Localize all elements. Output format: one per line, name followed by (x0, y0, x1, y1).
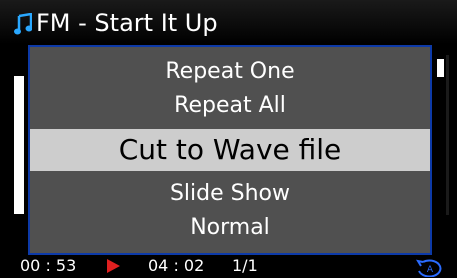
total-time: 04 : 02 (148, 256, 205, 275)
background-panel-left (14, 76, 24, 214)
music-note-icon (14, 13, 32, 35)
play-icon (107, 259, 120, 273)
status-bar: 00 : 53 04 : 02 1/1 (0, 255, 457, 278)
elapsed-time: 00 : 53 (20, 256, 77, 275)
options-popup-menu: Repeat One Repeat All Cut to Wave file S… (28, 45, 432, 255)
menu-item-repeat-one[interactable]: Repeat One (30, 58, 430, 86)
title-bar: FM - Start It Up (0, 0, 457, 44)
menu-item-cut-to-wave-file[interactable]: Cut to Wave file (30, 129, 430, 171)
repeat-mode-badge: A (427, 265, 434, 275)
menu-item-slide-show[interactable]: Slide Show (30, 180, 430, 208)
menu-item-repeat-all[interactable]: Repeat All (30, 92, 430, 120)
menu-item-normal[interactable]: Normal (30, 214, 430, 242)
track-counter: 1/1 (232, 256, 258, 275)
scrollbar-thumb[interactable] (437, 59, 444, 77)
scrollbar-track[interactable] (446, 55, 449, 215)
page-title: FM - Start It Up (36, 9, 218, 37)
repeat-all-icon: A (415, 259, 442, 277)
